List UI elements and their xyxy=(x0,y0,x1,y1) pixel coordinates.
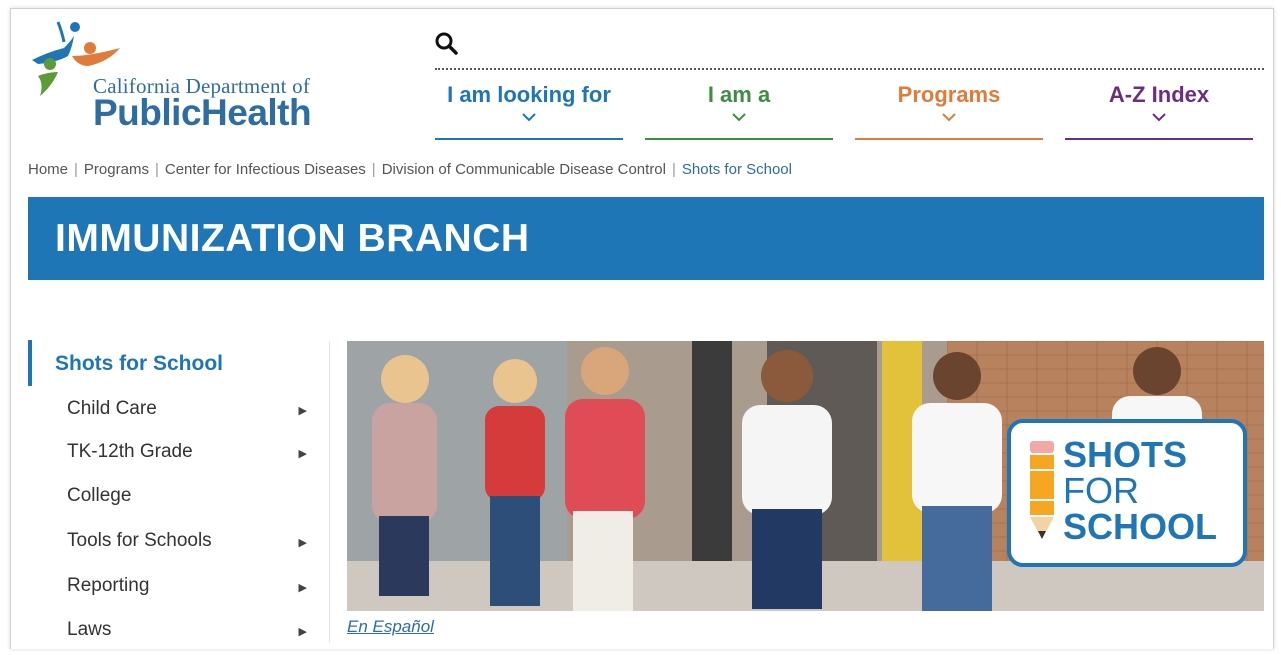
breadcrumb: Home | Programs | Center for Infectious Dise… xyxy=(28,161,792,178)
sidebar-item-label: Child Care xyxy=(67,398,157,419)
sidebar-divider xyxy=(329,342,330,642)
caret-right-icon[interactable]: ▶ xyxy=(299,536,307,549)
nav-label: I am looking for xyxy=(447,82,611,107)
badge-text-shots: SHOTS xyxy=(1063,434,1188,475)
sidebar-item-label: College xyxy=(67,485,132,506)
nav-programs[interactable]: Programs xyxy=(855,80,1043,140)
nav-i-am-looking-for[interactable]: I am looking for xyxy=(435,80,623,140)
page-title: IMMUNIZATION BRANCH xyxy=(55,217,530,260)
nav-underline xyxy=(435,138,623,140)
nav-underline xyxy=(1065,138,1253,140)
pencil-icon xyxy=(1030,441,1054,539)
sidebar-item-label: TK-12th Grade xyxy=(67,441,193,462)
logo-org-line2: PublicHealth xyxy=(93,92,312,133)
sidebar-title-shots-for-school[interactable]: Shots for School xyxy=(55,352,223,376)
caret-right-icon[interactable]: ▶ xyxy=(299,625,307,638)
search-button[interactable] xyxy=(434,31,460,57)
sidebar-item-college[interactable]: College xyxy=(67,485,307,521)
caret-right-icon[interactable]: ▶ xyxy=(299,404,307,417)
page-banner: IMMUNIZATION BRANCH xyxy=(28,197,1264,280)
sidebar-item-label: Tools for Schools xyxy=(67,530,212,551)
sidebar-item-child-care[interactable]: Child Care ▶ xyxy=(67,398,307,434)
breadcrumb-separator: | xyxy=(154,161,159,178)
search-icon xyxy=(435,32,458,55)
nav-label: A-Z Index xyxy=(1108,82,1210,107)
nav-a-z-index[interactable]: A-Z Index xyxy=(1065,80,1253,140)
breadcrumb-home[interactable]: Home xyxy=(28,161,68,178)
shots-for-school-badge: SHOTS FOR SCHOOL xyxy=(1007,419,1247,567)
nav-underline xyxy=(645,138,833,140)
breadcrumb-separator: | xyxy=(371,161,376,178)
sidebar-item-reporting[interactable]: Reporting ▶ xyxy=(67,575,307,611)
sidebar-item-laws[interactable]: Laws ▶ xyxy=(67,619,307,655)
sidebar-item-tools-for-schools[interactable]: Tools for Schools ▶ xyxy=(67,530,307,566)
badge-text-school: SCHOOL xyxy=(1063,506,1218,547)
cdph-logo[interactable]: California Department of PublicHealth xyxy=(28,12,328,134)
nav-label: I am a xyxy=(707,82,771,107)
header-divider xyxy=(435,68,1264,70)
breadcrumb-programs[interactable]: Programs xyxy=(84,161,149,178)
nav-underline xyxy=(855,138,1043,140)
hero-image-children-running: SHOTS FOR SCHOOL xyxy=(347,341,1264,611)
chevron-down-icon xyxy=(1152,113,1166,122)
sidebar-active-indicator xyxy=(28,340,32,386)
chevron-down-icon xyxy=(732,113,746,122)
chevron-down-icon xyxy=(942,113,956,122)
breadcrumb-current[interactable]: Shots for School xyxy=(682,161,792,178)
nav-i-am-a[interactable]: I am a xyxy=(645,80,833,140)
breadcrumb-separator: | xyxy=(672,161,676,178)
sidebar-item-label: Reporting xyxy=(67,575,150,596)
nav-label: Programs xyxy=(897,82,1001,107)
badge-text-for: FOR xyxy=(1063,470,1139,511)
breadcrumb-separator: | xyxy=(74,161,78,178)
breadcrumb-division-cdc[interactable]: Division of Communicable Disease Control xyxy=(382,161,666,178)
chevron-down-icon xyxy=(522,113,536,122)
en-espanol-link[interactable]: En Español xyxy=(347,617,434,637)
caret-right-icon[interactable]: ▶ xyxy=(299,447,307,460)
breadcrumb-center-infectious-diseases[interactable]: Center for Infectious Diseases xyxy=(165,161,366,178)
sidebar-nav: Shots for School Child Care ▶ TK-12th Gr… xyxy=(28,340,328,640)
caret-right-icon[interactable]: ▶ xyxy=(299,581,307,594)
sidebar-item-tk-12th-grade[interactable]: TK-12th Grade ▶ xyxy=(67,441,307,477)
